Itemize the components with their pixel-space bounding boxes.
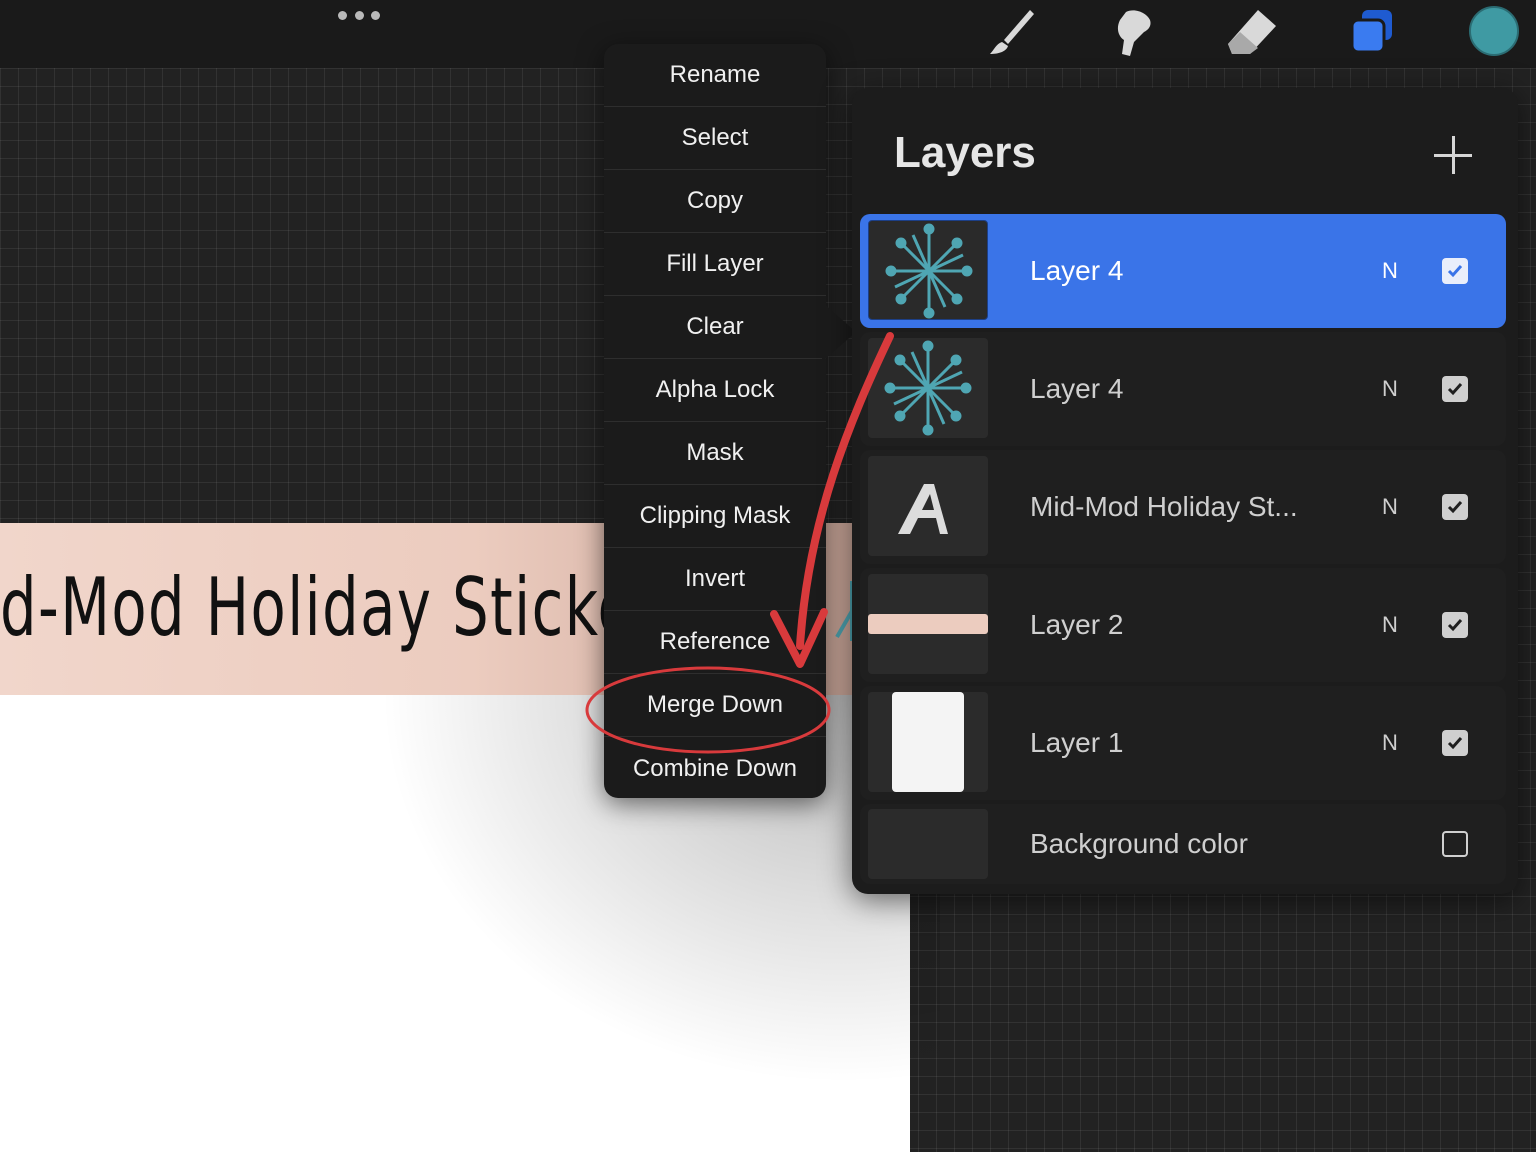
- checkmark-icon: [1447, 265, 1463, 278]
- layer-row[interactable]: Layer 4 N: [860, 332, 1506, 446]
- visibility-checkbox[interactable]: [1442, 612, 1468, 638]
- visibility-checkbox[interactable]: [1442, 376, 1468, 402]
- checkmark-icon: [1447, 383, 1463, 396]
- layer-row[interactable]: Layer 2 N: [860, 568, 1506, 682]
- blend-mode-button[interactable]: N: [1382, 686, 1398, 800]
- menu-item-select[interactable]: Select: [604, 107, 826, 170]
- layer-row[interactable]: Mid-Mod Holiday St... N: [860, 450, 1506, 564]
- menu-item-merge-down[interactable]: Merge Down: [604, 674, 826, 737]
- starburst-icon: [885, 223, 973, 319]
- layer-row[interactable]: Layer 4 N: [860, 214, 1506, 328]
- banner-thumbnail: [868, 614, 988, 634]
- layer-name: Layer 2: [1030, 609, 1124, 640]
- menu-item-reference[interactable]: Reference: [604, 611, 826, 674]
- color-picker-button[interactable]: [1469, 6, 1519, 56]
- menu-item-alpha-lock[interactable]: Alpha Lock: [604, 359, 826, 422]
- blend-mode-button[interactable]: N: [1382, 332, 1398, 446]
- plus-icon[interactable]: [1432, 134, 1474, 176]
- visibility-checkbox[interactable]: [1442, 730, 1468, 756]
- menu-item-mask[interactable]: Mask: [604, 422, 826, 485]
- blend-mode-button[interactable]: N: [1382, 450, 1398, 564]
- menu-item-combine-down[interactable]: Combine Down: [604, 737, 826, 798]
- smudge-icon[interactable]: [1104, 6, 1160, 58]
- layer-thumbnail: [868, 220, 988, 320]
- background-color-row[interactable]: Background color: [860, 804, 1506, 884]
- paper-thumbnail: [892, 692, 964, 792]
- menu-item-copy[interactable]: Copy: [604, 170, 826, 233]
- brush-icon[interactable]: [984, 6, 1040, 58]
- layer-name: Mid-Mod Holiday St...: [1030, 491, 1298, 522]
- layer-thumbnail: [868, 692, 988, 792]
- visibility-checkbox[interactable]: [1442, 831, 1468, 857]
- menu-pointer: [822, 302, 856, 362]
- blend-mode-button[interactable]: N: [1382, 214, 1398, 328]
- layer-thumbnail: [868, 574, 988, 674]
- starburst-icon: [884, 340, 972, 436]
- visibility-checkbox[interactable]: [1442, 258, 1468, 284]
- procreate-screen: d-Mod Holiday Sticke Rename Select Copy …: [0, 0, 1536, 1152]
- menu-item-clipping-mask[interactable]: Clipping Mask: [604, 485, 826, 548]
- layers-panel-title: Layers: [894, 128, 1036, 177]
- checkmark-icon: [1447, 619, 1463, 632]
- layer-name: Layer 4: [1030, 373, 1124, 404]
- layer-thumbnail: [868, 456, 988, 556]
- visibility-checkbox[interactable]: [1442, 494, 1468, 520]
- layer-name: Layer 4: [1030, 255, 1124, 286]
- checkmark-icon: [1447, 501, 1463, 514]
- banner-text: d-Mod Holiday Sticke: [0, 561, 635, 654]
- text-layer-icon: [898, 484, 948, 534]
- layer-row[interactable]: Layer 1 N: [860, 686, 1506, 800]
- more-actions-icon[interactable]: [338, 8, 380, 22]
- eraser-icon[interactable]: [1224, 6, 1280, 58]
- menu-item-invert[interactable]: Invert: [604, 548, 826, 611]
- blend-mode-button[interactable]: N: [1382, 568, 1398, 682]
- menu-item-fill-layer[interactable]: Fill Layer: [604, 233, 826, 296]
- layer-name: Layer 1: [1030, 727, 1124, 758]
- background-thumbnail: [868, 809, 988, 879]
- layer-name: Background color: [1030, 828, 1248, 859]
- layer-thumbnail: [868, 338, 988, 438]
- menu-item-rename[interactable]: Rename: [604, 44, 826, 107]
- layers-icon[interactable]: [1344, 6, 1400, 58]
- menu-item-clear[interactable]: Clear: [604, 296, 826, 359]
- layer-options-menu: Rename Select Copy Fill Layer Clear Alph…: [604, 44, 826, 798]
- checkmark-icon: [1447, 737, 1463, 750]
